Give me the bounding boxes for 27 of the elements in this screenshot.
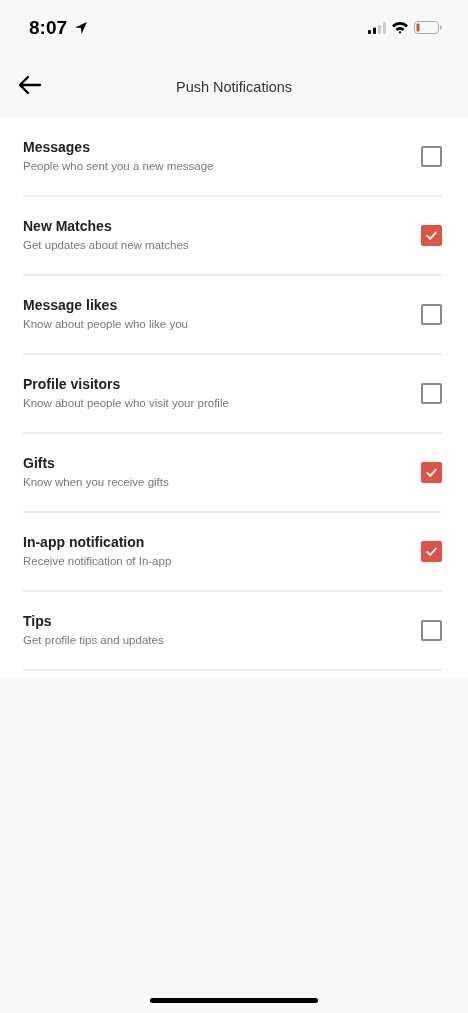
checkbox[interactable] <box>421 383 442 404</box>
setting-description: Get profile tips and updates <box>23 634 165 646</box>
checkbox[interactable] <box>421 462 442 483</box>
setting-title: New Matches <box>23 218 113 234</box>
setting-title: Message likes <box>23 297 119 313</box>
setting-description: Receive notification of In-app <box>23 555 173 567</box>
setting-title: Messages <box>23 139 91 155</box>
checkbox[interactable] <box>421 146 442 167</box>
setting-title: Gifts <box>23 455 56 471</box>
setting-title: In-app notification <box>23 534 146 550</box>
checkbox[interactable] <box>421 304 442 325</box>
wifi-icon <box>391 21 409 34</box>
setting-description: People who sent you a new message <box>23 160 215 172</box>
page-title: Push Notifications <box>175 78 293 95</box>
setting-title: Tips <box>23 613 53 629</box>
checkbox[interactable] <box>421 225 442 246</box>
setting-title: Profile visitors <box>23 376 122 392</box>
status-time: 8:07 <box>29 16 68 39</box>
setting-description: Know about people who like you <box>23 318 189 330</box>
location-arrow-icon <box>74 20 89 35</box>
checkbox[interactable] <box>421 541 442 562</box>
setting-description: Know when you receive gifts <box>23 476 170 488</box>
signal-icon <box>368 21 386 34</box>
checkbox[interactable] <box>421 620 442 641</box>
battery-icon <box>414 21 442 34</box>
setting-description: Know about people who visit your profile <box>23 397 230 409</box>
setting-description: Get updates about new matches <box>23 239 190 251</box>
